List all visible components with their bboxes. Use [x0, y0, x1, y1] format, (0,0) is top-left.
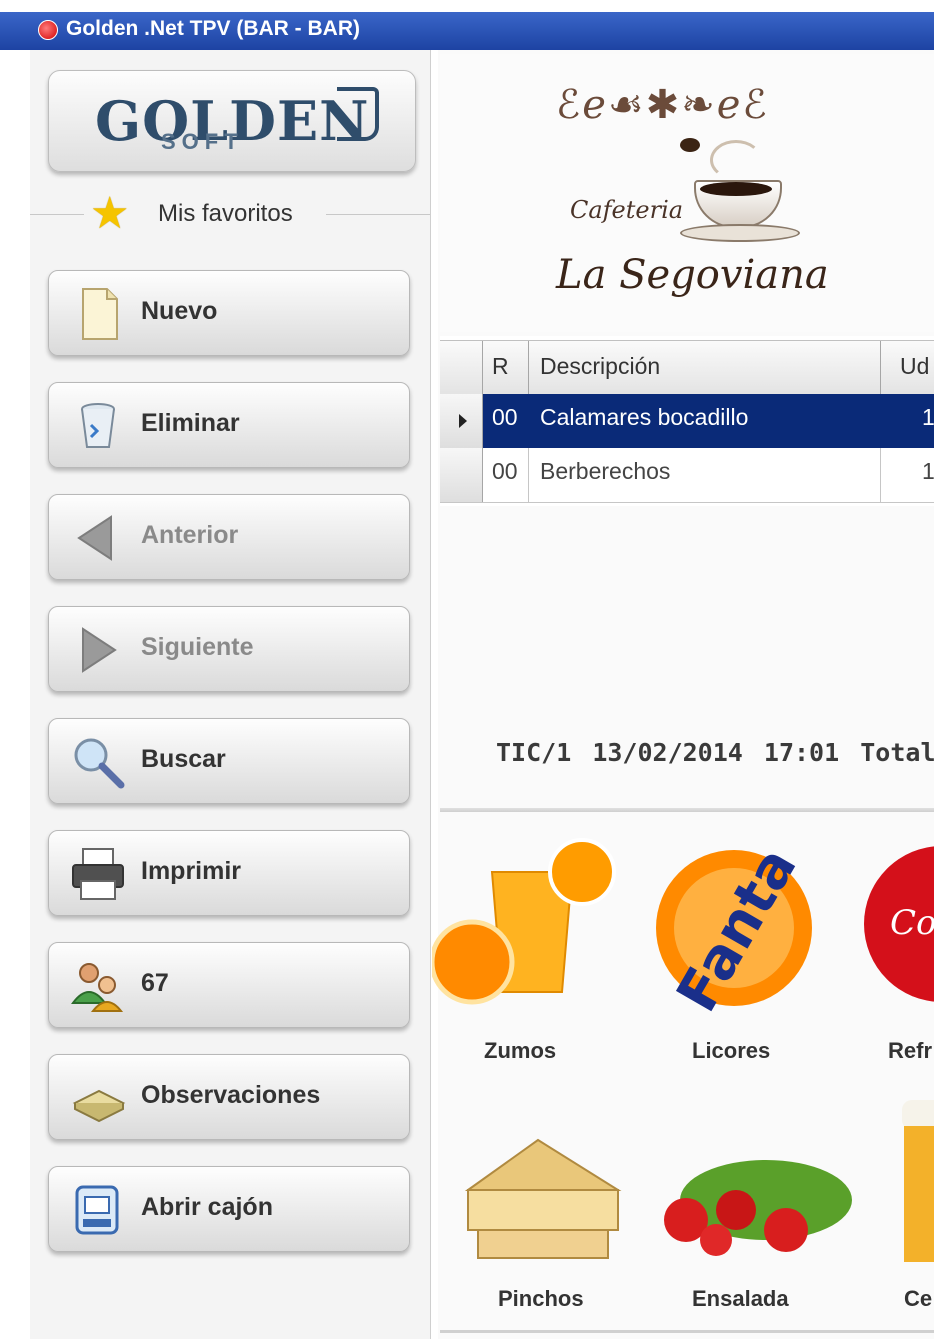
eliminar-label: Eliminar — [141, 409, 240, 437]
nuevo-label: Nuevo — [141, 297, 218, 325]
logo-sub: SOFT — [161, 129, 244, 154]
nuevo-button[interactable]: Nuevo — [48, 270, 410, 356]
notepad-icon — [72, 1089, 126, 1123]
arrow-right-icon — [82, 627, 117, 673]
row-header[interactable] — [440, 394, 483, 448]
category-licores[interactable]: Fanta Licores — [640, 832, 836, 1072]
anterior-label: Anterior — [141, 521, 239, 549]
anterior-button[interactable]: Anterior — [48, 494, 410, 580]
panel-divider — [440, 808, 934, 812]
sidebar — [30, 50, 431, 1339]
col-ud[interactable]: Ud — [900, 353, 929, 380]
favorites-header: ★ Mis favoritos — [30, 186, 430, 242]
golden-soft-logo-button[interactable]: GOLDEN SOFT — [48, 70, 416, 172]
ticket-time: 17:01 — [763, 738, 840, 767]
category-ensalada[interactable]: Ensalada — [646, 1130, 856, 1320]
col-sep — [482, 341, 483, 395]
table-row[interactable]: 00 Calamares bocadillo 1 — [440, 394, 934, 448]
coffee-surface — [700, 182, 772, 196]
abrir-cajon-button[interactable]: Abrir cajón — [48, 1166, 410, 1252]
printer-icon — [72, 848, 124, 900]
fanta-icon: Fanta — [656, 837, 812, 1023]
cell-descripcion: Berberechos — [540, 458, 671, 484]
observaciones-label: Observaciones — [141, 1081, 321, 1109]
divider — [326, 214, 430, 215]
eliminar-button[interactable]: Eliminar — [48, 382, 410, 468]
business-name: La Segoviana — [556, 252, 829, 298]
comensales-button[interactable]: 67 — [48, 942, 410, 1028]
ticket-info: TIC/1 13/02/2014 17:01 Total — [496, 738, 934, 767]
col-sep — [528, 341, 529, 395]
magnifier-icon — [74, 738, 125, 789]
category-label: Licores — [692, 1038, 771, 1063]
business-type: Cafeteria — [570, 196, 684, 224]
comensales-label: 67 — [141, 969, 169, 997]
arrow-left-icon — [77, 515, 112, 561]
bottom-divider — [440, 1330, 934, 1333]
coca-cola-icon: Coca — [864, 846, 934, 1002]
category-label: Zumos — [484, 1038, 557, 1063]
cell-ud: 1 — [922, 458, 934, 484]
saucer-icon — [680, 224, 800, 242]
cell-r: 00 — [492, 404, 518, 430]
category-cervezas[interactable]: Ce — [892, 1090, 934, 1320]
beer-icon — [902, 1100, 934, 1262]
cell-ud: 1 — [922, 404, 934, 430]
tortilla-icon — [464, 1138, 622, 1259]
users-icon — [71, 963, 124, 1012]
ticket-total-label: Total — [860, 738, 934, 767]
col-sep — [528, 448, 529, 502]
new-document-icon — [82, 288, 118, 340]
orange-juice-icon — [429, 838, 616, 1005]
star-icon: ★ — [90, 188, 130, 239]
observaciones-button[interactable]: Observaciones — [48, 1054, 410, 1140]
recycle-bin-icon — [81, 403, 115, 448]
divider — [30, 214, 84, 215]
row-header[interactable] — [440, 448, 483, 502]
category-zumos[interactable]: Zumos — [429, 832, 622, 1072]
salad-icon — [664, 1160, 852, 1256]
buscar-button[interactable]: Buscar — [48, 718, 410, 804]
coffee-bean-icon — [680, 138, 700, 152]
col-descripcion[interactable]: Descripción — [540, 353, 660, 380]
window-title: Golden .Net TPV (BAR - BAR) — [66, 17, 360, 40]
category-label: Ce — [904, 1286, 933, 1311]
cell-descripcion: Calamares bocadillo — [540, 404, 749, 430]
ticket-id: TIC/1 — [496, 738, 572, 767]
siguiente-button[interactable]: Siguiente — [48, 606, 410, 692]
siguiente-label: Siguiente — [141, 633, 254, 661]
category-label: Refr — [888, 1038, 933, 1063]
imprimir-button[interactable]: Imprimir — [48, 830, 410, 916]
ornament-icon: ℰℯ☙✱❧ℯℰ — [556, 82, 769, 128]
buscar-label: Buscar — [141, 745, 226, 773]
ticket-date: 13/02/2014 — [592, 738, 743, 767]
app-icon — [38, 20, 58, 40]
abrir-cajon-label: Abrir cajón — [141, 1193, 273, 1221]
steam-icon — [710, 140, 762, 180]
grid-bottom-line — [440, 502, 934, 503]
row-pointer-icon — [459, 414, 467, 428]
col-sep — [880, 341, 881, 395]
category-label: Pinchos — [498, 1286, 584, 1311]
col-sep — [880, 448, 881, 502]
grid-header: R Descripción Ud — [440, 340, 934, 396]
category-pinchos[interactable]: Pinchos — [448, 1130, 628, 1320]
col-r[interactable]: R — [492, 353, 509, 380]
favorites-label: Mis favoritos — [158, 200, 293, 227]
cash-drawer-icon — [75, 1185, 119, 1235]
imprimir-label: Imprimir — [141, 857, 242, 885]
table-row[interactable]: 00 Berberechos 1 — [440, 448, 934, 502]
svg-text:Coca: Coca — [890, 903, 934, 943]
category-label: Ensalada — [692, 1286, 789, 1311]
category-refrescos[interactable]: Coca Refr — [852, 832, 934, 1072]
cell-r: 00 — [492, 458, 518, 484]
logo-mark-icon — [337, 87, 379, 141]
